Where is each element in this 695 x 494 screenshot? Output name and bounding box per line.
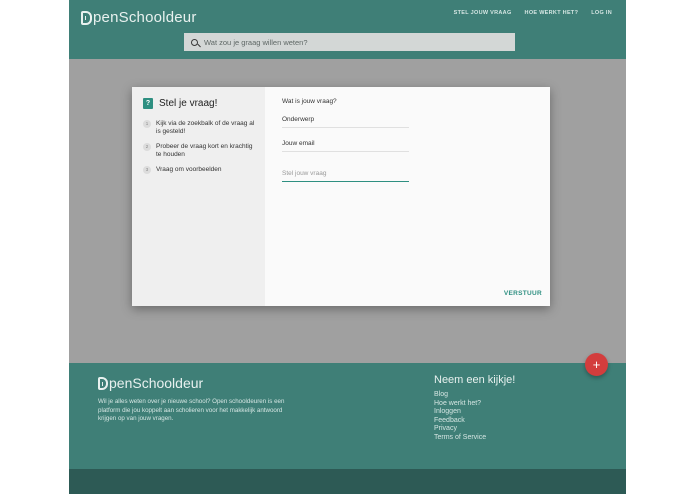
nav-ask-question[interactable]: STEL JOUW VRAAG (454, 10, 512, 16)
footer-links: Neem een kijkje! Blog Hoe werkt het? Inl… (434, 374, 515, 442)
tip-number: 1 (143, 120, 151, 128)
add-question-button[interactable]: + (585, 353, 608, 376)
dialog-tips-panel: ? Stel je vraag! 1 Kijk via de zoekbalk … (132, 87, 265, 306)
search-input[interactable] (204, 37, 494, 47)
footer-link-login[interactable]: Inloggen (434, 408, 515, 417)
dialog-title: ? Stel je vraag! (143, 98, 255, 109)
dialog-title-text: Stel je vraag! (159, 98, 218, 109)
email-field[interactable] (282, 138, 409, 152)
search-bar[interactable] (184, 33, 515, 51)
tip-item: 2 Probeer de vraag kort en krachtig te h… (143, 143, 255, 159)
question-form: Wat is jouw vraag? VERSTUUR (265, 87, 550, 306)
top-nav: STEL JOUW VRAAG HOE WERKT HET? LOG IN (454, 10, 612, 16)
tip-number: 2 (143, 143, 151, 151)
question-mark-icon: ? (143, 98, 153, 109)
search-icon (191, 38, 198, 46)
tip-item: 1 Kijk via de zoekbalk of de vraag al is… (143, 120, 255, 136)
tip-number: 3 (143, 166, 151, 174)
header: penSchooldeur STEL JOUW VRAAG HOE WERKT … (69, 0, 626, 59)
footer: penSchooldeur Wil je alles weten over je… (69, 363, 626, 469)
footer-logo[interactable]: penSchooldeur (98, 375, 203, 391)
tip-text: Kijk via de zoekbalk of de vraag al is g… (156, 120, 255, 135)
tip-text: Vraag om voorbeelden (156, 166, 222, 173)
door-logo-icon (98, 376, 108, 390)
bottom-bar (69, 469, 626, 494)
question-field[interactable] (282, 168, 409, 182)
page: penSchooldeur STEL JOUW VRAAG HOE WERKT … (69, 0, 626, 494)
footer-link-blog[interactable]: Blog (434, 391, 515, 400)
submit-button[interactable]: VERSTUUR (504, 290, 542, 297)
footer-link-feedback[interactable]: Feedback (434, 417, 515, 426)
nav-how-it-works[interactable]: HOE WERKT HET? (525, 10, 579, 16)
logo[interactable]: penSchooldeur (81, 9, 197, 26)
tip-item: 3 Vraag om voorbeelden (143, 166, 255, 174)
subject-field[interactable] (282, 114, 409, 128)
footer-logo-text: penSchooldeur (109, 375, 204, 391)
footer-link-terms[interactable]: Terms of Service (434, 434, 515, 443)
tip-text: Probeer de vraag kort en krachtig te hou… (156, 143, 253, 158)
footer-description: Wil je alles weten over je nieuwe school… (98, 398, 285, 422)
nav-login[interactable]: LOG IN (591, 10, 612, 16)
footer-link-how-it-works[interactable]: Hoe werkt het? (434, 400, 515, 409)
form-heading: Wat is jouw vraag? (282, 98, 337, 105)
footer-links-heading: Neem een kijkje! (434, 374, 516, 386)
tips-list: 1 Kijk via de zoekbalk of de vraag al is… (143, 120, 255, 174)
logo-text: penSchooldeur (93, 9, 197, 26)
ask-question-dialog: ? Stel je vraag! 1 Kijk via de zoekbalk … (132, 87, 550, 306)
footer-link-privacy[interactable]: Privacy (434, 425, 515, 434)
door-logo-icon (81, 10, 92, 25)
